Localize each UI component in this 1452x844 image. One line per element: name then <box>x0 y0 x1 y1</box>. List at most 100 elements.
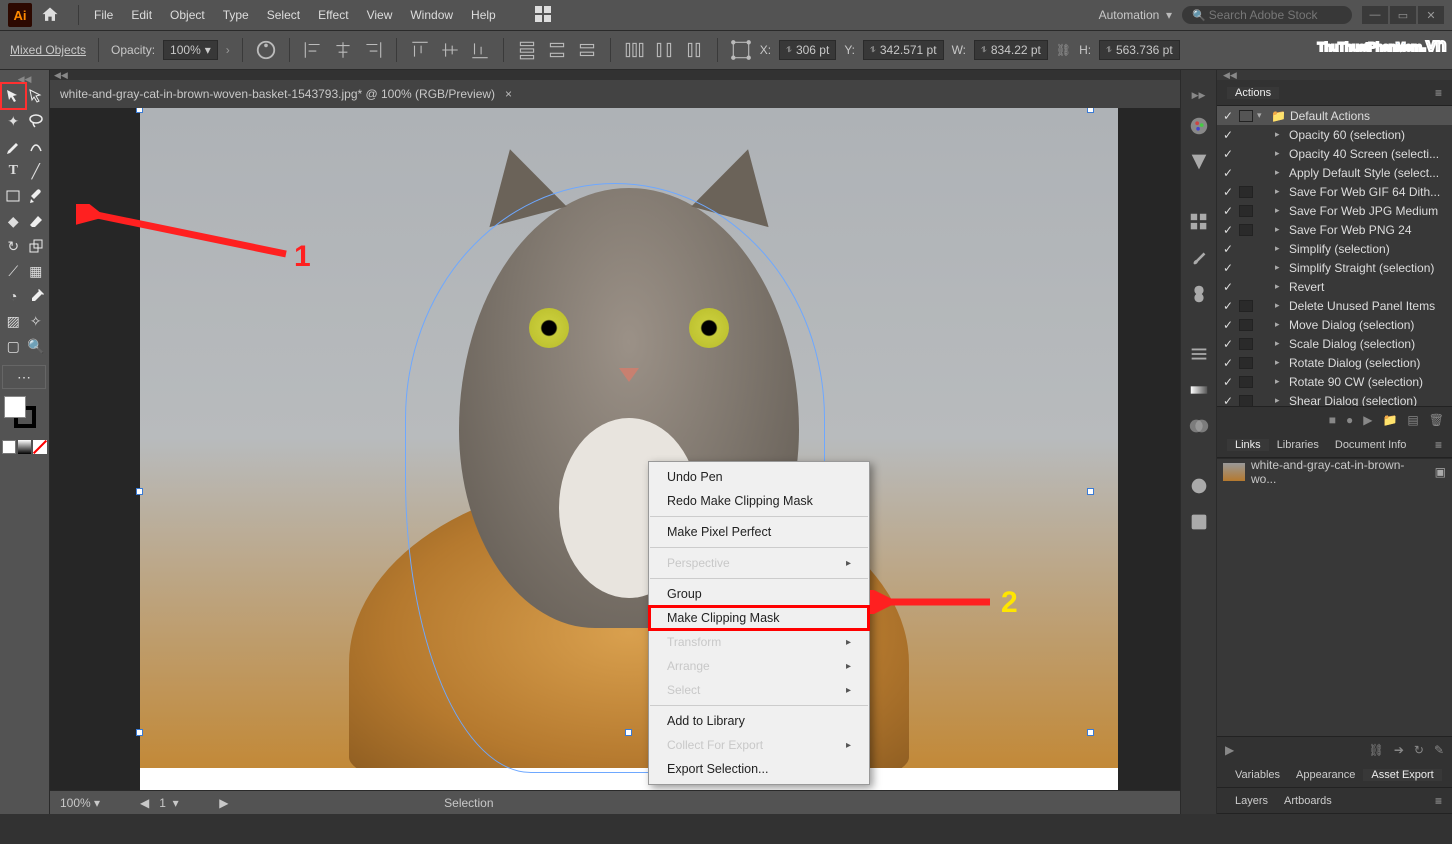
brushes-icon[interactable] <box>1188 247 1210 269</box>
eraser-tool[interactable] <box>25 209 48 233</box>
action-row[interactable]: ✓▸Rotate 90 CW (selection) <box>1217 372 1452 391</box>
align-bottom-icon[interactable] <box>469 39 491 61</box>
panel-menu-icon[interactable]: ≡ <box>1435 86 1442 100</box>
automation-dropdown[interactable]: Automation ▾ <box>1089 8 1182 22</box>
transform-icon[interactable] <box>730 39 752 61</box>
ctx-export-selection[interactable]: Export Selection... <box>649 757 869 781</box>
action-row[interactable]: ✓▸Save For Web GIF 64 Dith... <box>1217 182 1452 201</box>
menu-edit[interactable]: Edit <box>122 8 161 22</box>
nav-prev-icon[interactable]: ◀ <box>140 796 149 810</box>
ctx-group[interactable]: Group <box>649 582 869 606</box>
menu-window[interactable]: Window <box>401 8 462 22</box>
record-icon[interactable]: ● <box>1346 413 1353 427</box>
ctx-arrange[interactable]: Arrange▸ <box>649 654 869 678</box>
action-row[interactable]: ✓▸Opacity 60 (selection) <box>1217 125 1452 144</box>
opacity-field[interactable]: 100% ▾ <box>163 40 218 60</box>
artboard-tool[interactable]: ▢ <box>2 334 25 358</box>
menu-object[interactable]: Object <box>161 8 214 22</box>
ctx-transform[interactable]: Transform▸ <box>649 630 869 654</box>
variables-tab[interactable]: Variables <box>1227 769 1288 781</box>
close-tab-icon[interactable]: × <box>505 87 512 101</box>
align-hcenter-icon[interactable] <box>332 39 354 61</box>
ctx-make-clipping-mask[interactable]: Make Clipping Mask <box>649 606 869 630</box>
ctx-select[interactable]: Select▸ <box>649 678 869 702</box>
h-field[interactable]: ⥮563.736 pt <box>1099 40 1180 60</box>
dist-h-icon[interactable] <box>623 39 645 61</box>
gradient-mode-icon[interactable] <box>18 440 32 454</box>
recolor-icon[interactable] <box>255 39 277 61</box>
document-tab[interactable]: white-and-gray-cat-in-brown-woven-basket… <box>50 80 1180 108</box>
relink-icon[interactable]: ⛓ <box>1369 743 1384 757</box>
align-top-icon[interactable] <box>409 39 431 61</box>
links-tab[interactable]: Links <box>1227 439 1269 451</box>
menu-select[interactable]: Select <box>258 8 309 22</box>
pen-tool[interactable] <box>2 134 25 158</box>
shape-builder-tool[interactable]: ◔ <box>2 284 25 308</box>
transparency-panel-icon[interactable] <box>1188 415 1210 437</box>
panel-menu-icon[interactable]: ≡ <box>1435 794 1442 808</box>
action-row[interactable]: ✓▸Revert <box>1217 277 1452 296</box>
actions-tab[interactable]: Actions <box>1227 87 1279 99</box>
menu-help[interactable]: Help <box>462 8 505 22</box>
expand-icon[interactable]: ▶ <box>1225 743 1234 757</box>
menu-view[interactable]: View <box>358 8 402 22</box>
ctx-add-library[interactable]: Add to Library <box>649 709 869 733</box>
shaper-tool[interactable]: ◆ <box>2 209 25 233</box>
asset-export-tab[interactable]: Asset Export <box>1363 769 1441 781</box>
lasso-tool[interactable] <box>25 109 48 133</box>
play-icon[interactable]: ▶ <box>1363 413 1372 427</box>
direct-selection-tool[interactable] <box>25 84 48 108</box>
color-panel-icon[interactable] <box>1188 115 1210 137</box>
type-tool[interactable]: T <box>2 159 25 183</box>
action-row[interactable]: ✓▸Delete Unused Panel Items <box>1217 296 1452 315</box>
zoom-field[interactable]: 100% ▾ <box>60 796 130 810</box>
dist-v-icon[interactable] <box>516 39 538 61</box>
scale-tool[interactable] <box>25 234 48 258</box>
stroke-panel-icon[interactable] <box>1188 343 1210 365</box>
free-transform-tool[interactable]: ▦ <box>25 259 48 283</box>
edit-toolbar-button[interactable]: ⋯ <box>2 365 46 389</box>
action-row[interactable]: ✓▸Rotate Dialog (selection) <box>1217 353 1452 372</box>
rotate-tool[interactable]: ↻ <box>2 234 25 258</box>
update-icon[interactable]: ↻ <box>1414 743 1424 757</box>
ctx-collect-export[interactable]: Collect For Export▸ <box>649 733 869 757</box>
align-vcenter-icon[interactable] <box>439 39 461 61</box>
panel-menu-icon[interactable]: ≡ <box>1435 438 1442 452</box>
paintbrush-tool[interactable] <box>25 184 48 208</box>
ctx-pixel-perfect[interactable]: Make Pixel Perfect <box>649 520 869 544</box>
align-right-icon[interactable] <box>362 39 384 61</box>
close-icon[interactable]: ✕ <box>1418 6 1444 24</box>
action-row[interactable]: ✓▸Opacity 40 Screen (selecti... <box>1217 144 1452 163</box>
new-action-icon[interactable]: ▤ <box>1407 413 1418 427</box>
line-tool[interactable]: ╱ <box>25 159 48 183</box>
x-field[interactable]: ⥮306 pt <box>779 40 836 60</box>
eyedropper-tool[interactable] <box>25 284 48 308</box>
link-wh-icon[interactable]: ⛓ <box>1056 43 1071 57</box>
new-folder-icon[interactable]: 📁 <box>1382 413 1397 427</box>
artboard-nav-field[interactable]: 1 ▾ <box>159 796 209 810</box>
home-icon[interactable] <box>40 5 60 25</box>
document-info-tab[interactable]: Document Info <box>1327 439 1415 451</box>
color-guide-icon[interactable] <box>1188 151 1210 173</box>
action-row[interactable]: ✓▸Simplify (selection) <box>1217 239 1452 258</box>
swatches-icon[interactable] <box>1188 211 1210 233</box>
gradient-tool[interactable]: ▨ <box>2 309 25 333</box>
menu-effect[interactable]: Effect <box>309 8 357 22</box>
graphic-styles-icon[interactable] <box>1188 511 1210 533</box>
menu-file[interactable]: File <box>85 8 122 22</box>
dist-hr-icon[interactable] <box>683 39 705 61</box>
appearance-panel-icon[interactable] <box>1188 475 1210 497</box>
mesh-tool[interactable]: ✧ <box>25 309 48 333</box>
maximize-icon[interactable]: ▭ <box>1390 6 1416 24</box>
y-field[interactable]: ⥮342.571 pt <box>863 40 944 60</box>
link-item[interactable]: white-and-gray-cat-in-brown-wo... ▣ <box>1217 458 1452 484</box>
stop-icon[interactable]: ■ <box>1329 413 1336 427</box>
nav-next-icon[interactable]: ▶ <box>219 796 228 810</box>
dist-vb-icon[interactable] <box>576 39 598 61</box>
action-row[interactable]: ✓▸Simplify Straight (selection) <box>1217 258 1452 277</box>
none-mode-icon[interactable] <box>33 440 47 454</box>
menu-type[interactable]: Type <box>214 8 258 22</box>
trash-icon[interactable]: 🗑 <box>1429 413 1444 427</box>
layers-tab[interactable]: Layers <box>1227 795 1276 807</box>
action-row[interactable]: ✓▸Apply Default Style (select... <box>1217 163 1452 182</box>
